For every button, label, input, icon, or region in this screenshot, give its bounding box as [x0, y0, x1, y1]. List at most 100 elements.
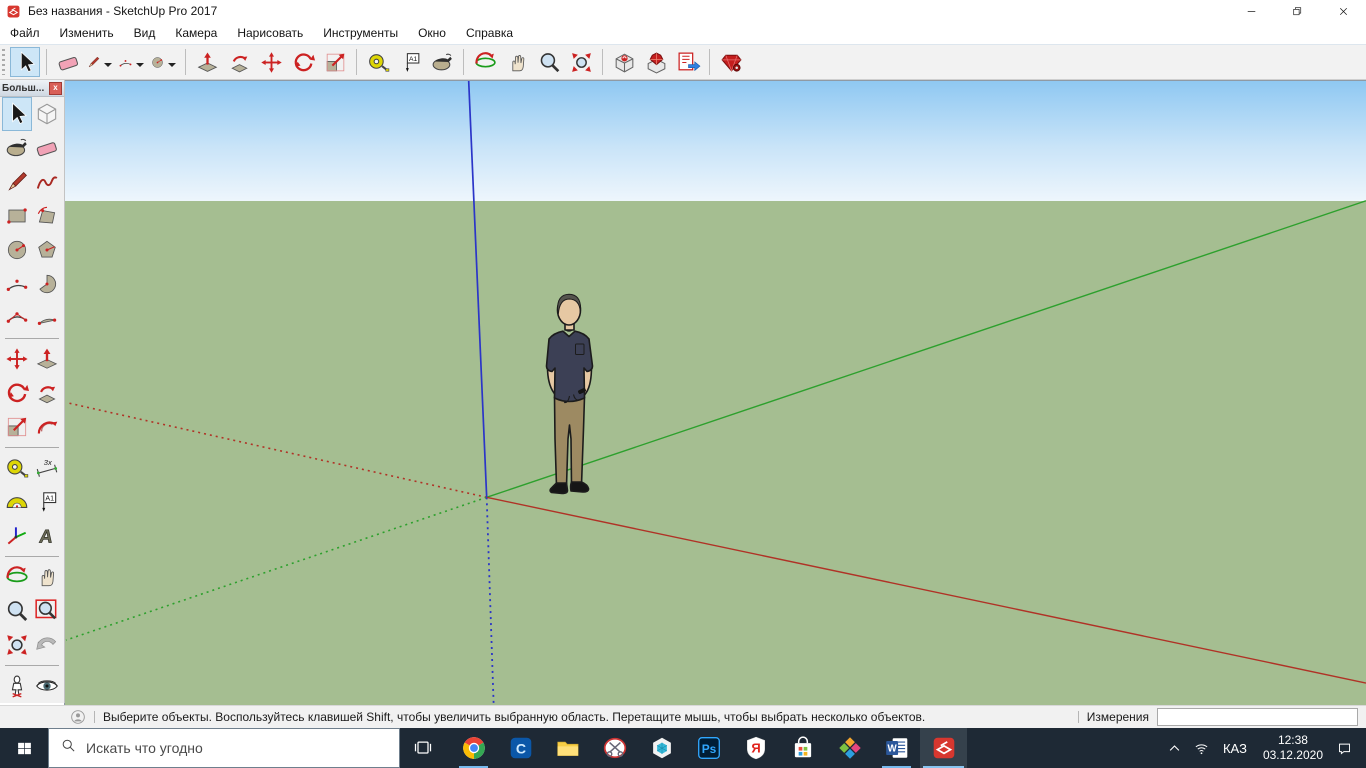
offset-tool-button[interactable]	[32, 410, 62, 444]
arc-tool-button[interactable]	[2, 267, 32, 301]
scale-tool-button[interactable]	[2, 410, 32, 444]
circle-tool-button[interactable]	[149, 47, 179, 77]
arc-3pt-tool-button[interactable]	[2, 301, 32, 335]
make-component-icon	[34, 101, 60, 127]
3d-text-tool-button[interactable]: A	[32, 519, 62, 553]
taskbar-app-chrome[interactable]	[450, 728, 497, 768]
text-tool-button[interactable]: A1	[395, 47, 425, 77]
taskbar-app-file-explorer[interactable]	[544, 728, 591, 768]
start-button[interactable]	[0, 728, 48, 768]
send-to-layout-tool-button[interactable]	[673, 47, 703, 77]
make-component-tool-button[interactable]	[32, 97, 62, 131]
move-tool-button[interactable]	[256, 47, 286, 77]
paint-bucket-tool-button[interactable]	[2, 131, 32, 165]
axes-tool-button[interactable]	[2, 519, 32, 553]
previous-tool-button[interactable]	[32, 628, 62, 662]
zoom-tool-button[interactable]	[2, 594, 32, 628]
taskbar-app-3d-viewer[interactable]	[638, 728, 685, 768]
scale-figure-person[interactable]	[525, 289, 609, 499]
circle-dropdown-arrow-icon[interactable]	[168, 63, 176, 71]
taskbar-app-photoshop[interactable]: Ps	[685, 728, 732, 768]
menu-item-5[interactable]: Инструменты	[313, 23, 408, 44]
line-tool-button[interactable]	[2, 165, 32, 199]
menu-item-1[interactable]: Изменить	[50, 23, 124, 44]
taskbar-app-photos[interactable]	[826, 728, 873, 768]
eraser-tool-button[interactable]	[53, 47, 83, 77]
3d-warehouse-tool-button[interactable]	[609, 47, 639, 77]
clock[interactable]: 12:38 03.12.2020	[1255, 733, 1331, 763]
polygon-tool-button[interactable]	[32, 233, 62, 267]
rotated-rectangle-tool-button[interactable]	[32, 199, 62, 233]
taskbar-app-blue-c-app[interactable]: C	[497, 728, 544, 768]
taskbar-app-sketchup[interactable]	[920, 728, 967, 768]
dimension-tool-button[interactable]: 3x	[32, 451, 62, 485]
share-model-tool-button[interactable]	[641, 47, 671, 77]
zoom-icon	[4, 598, 30, 624]
pie-tool-button[interactable]	[32, 267, 62, 301]
zoom-extents-tool-button[interactable]	[2, 628, 32, 662]
minimize-button[interactable]	[1228, 0, 1274, 22]
restore-button[interactable]	[1274, 0, 1320, 22]
move-tool-button[interactable]	[2, 342, 32, 376]
taskbar-app-microsoft-store[interactable]	[779, 728, 826, 768]
push-pull-tool-button[interactable]	[192, 47, 222, 77]
zoom-tool-button[interactable]	[534, 47, 564, 77]
toolbar-grip[interactable]	[2, 49, 5, 75]
select-tool-button[interactable]	[10, 47, 40, 77]
geolocation-status-icon[interactable]	[70, 709, 86, 725]
menu-item-6[interactable]: Окно	[408, 23, 456, 44]
rotate-tool-button[interactable]	[2, 376, 32, 410]
arc-segment-tool-button[interactable]	[32, 301, 62, 335]
look-around-tool-button[interactable]	[32, 669, 62, 703]
tape-measure-tool-button[interactable]	[2, 451, 32, 485]
chrome-icon	[461, 735, 487, 761]
wifi-icon[interactable]	[1188, 728, 1215, 768]
task-view-button[interactable]	[400, 728, 446, 768]
zoom-extents-tool-button[interactable]	[566, 47, 596, 77]
line-dropdown-arrow-icon[interactable]	[104, 63, 112, 71]
taskbar-app-word[interactable]: W	[873, 728, 920, 768]
pan-tool-button[interactable]	[502, 47, 532, 77]
rectangle-tool-button[interactable]	[2, 199, 32, 233]
language-indicator[interactable]: КАЗ	[1215, 741, 1255, 756]
follow-me-tool-button[interactable]	[32, 376, 62, 410]
line-tool-button[interactable]	[85, 47, 115, 77]
circle-tool-button[interactable]	[2, 233, 32, 267]
orbit-tool-button[interactable]	[2, 560, 32, 594]
paint-bucket-tool-button[interactable]	[427, 47, 457, 77]
tray-chevron-up-icon[interactable]	[1161, 728, 1188, 768]
viewport[interactable]	[64, 80, 1366, 705]
pan-tool-button[interactable]	[32, 560, 62, 594]
notification-center-icon[interactable]	[1331, 728, 1358, 768]
rotate-tool-button[interactable]	[288, 47, 318, 77]
close-button[interactable]	[1320, 0, 1366, 22]
scale-tool-button[interactable]	[320, 47, 350, 77]
text-tool-button[interactable]: A1	[32, 485, 62, 519]
taskbar-app-yandex-browser[interactable]: Я	[732, 728, 779, 768]
taskbar-app-snipping-tool[interactable]	[591, 728, 638, 768]
arc-dropdown-arrow-icon[interactable]	[136, 63, 144, 71]
measurements-input[interactable]	[1157, 708, 1358, 726]
menu-item-4[interactable]: Нарисовать	[227, 23, 313, 44]
eraser-tool-button[interactable]	[32, 131, 62, 165]
offset-icon	[34, 414, 60, 440]
zoom-window-tool-button[interactable]	[32, 594, 62, 628]
tape-measure-tool-button[interactable]	[363, 47, 393, 77]
select-tool-button[interactable]	[2, 97, 32, 131]
push-pull-tool-button[interactable]	[32, 342, 62, 376]
menu-item-7[interactable]: Справка	[456, 23, 523, 44]
orbit-icon	[4, 564, 30, 590]
arc-tool-button[interactable]	[117, 47, 147, 77]
menu-item-3[interactable]: Камера	[165, 23, 227, 44]
protractor-tool-button[interactable]	[2, 485, 32, 519]
follow-me-tool-button[interactable]	[224, 47, 254, 77]
freehand-tool-button[interactable]	[32, 165, 62, 199]
palette-close-button[interactable]: x	[49, 82, 62, 95]
orbit-tool-button[interactable]	[470, 47, 500, 77]
position-camera-tool-button[interactable]	[2, 669, 32, 703]
menu-item-0[interactable]: Файл	[0, 23, 50, 44]
palette-title-bar[interactable]: Больш... x	[0, 80, 64, 97]
taskbar-search[interactable]: Искать что угодно	[48, 728, 400, 768]
menu-item-2[interactable]: Вид	[124, 23, 166, 44]
extension-warehouse-tool-button[interactable]	[716, 47, 746, 77]
